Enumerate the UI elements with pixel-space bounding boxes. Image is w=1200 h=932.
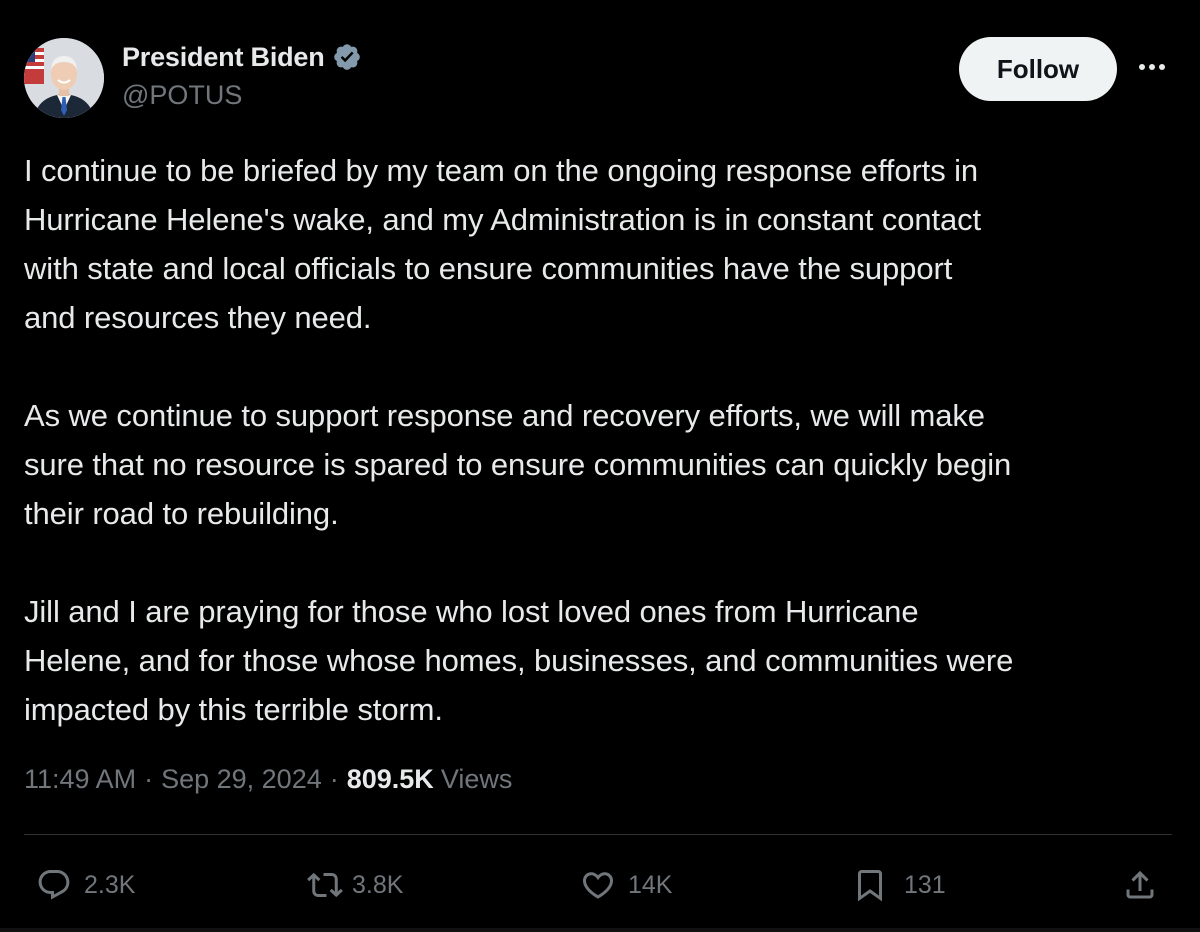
tweet-text: I continue to be briefed by my team on t… <box>24 146 1184 734</box>
action-bar: 2.3K 3.8K 14K 131 <box>0 862 1200 908</box>
repost-icon <box>306 867 343 903</box>
more-icon <box>1137 59 1167 77</box>
reply-button[interactable]: 2.3K <box>36 862 135 908</box>
meta-separator: · <box>144 764 154 794</box>
reply-icon <box>36 867 72 903</box>
share-button[interactable] <box>1122 862 1158 908</box>
like-button[interactable]: 14K <box>580 862 672 908</box>
more-button[interactable] <box>1134 52 1170 84</box>
repost-count: 3.8K <box>352 870 404 899</box>
bookmark-icon <box>852 867 888 903</box>
share-icon <box>1122 867 1158 903</box>
tweet-card: President Biden @POTUS Follow I continue… <box>0 0 1200 932</box>
tweet-time[interactable]: 11:49 AM <box>24 764 136 795</box>
avatar-image <box>24 38 104 118</box>
tweet-paragraph: Jill and I are praying for those who los… <box>24 594 1014 727</box>
tweet-date[interactable]: Sep 29, 2024 <box>161 764 322 795</box>
follow-button[interactable]: Follow <box>959 37 1117 101</box>
author-display-name[interactable]: President Biden <box>122 42 325 73</box>
avatar[interactable] <box>24 38 104 118</box>
author-handle[interactable]: @POTUS <box>122 80 242 111</box>
divider <box>24 834 1172 835</box>
bottom-border <box>0 928 1200 932</box>
like-count: 14K <box>628 870 673 899</box>
verified-badge-icon[interactable] <box>332 42 362 72</box>
bookmark-button[interactable]: 131 <box>852 862 946 908</box>
reply-count: 2.3K <box>84 870 136 899</box>
views-count[interactable]: 809.5K <box>347 764 434 795</box>
tweet-paragraph: As we continue to support response and r… <box>24 398 1012 531</box>
heart-icon <box>580 867 616 903</box>
author-name-row[interactable]: President Biden <box>122 40 362 74</box>
meta-separator: · <box>329 764 339 794</box>
views-label: Views <box>440 764 513 794</box>
tweet-paragraph: I continue to be briefed by my team on t… <box>24 153 982 335</box>
bookmark-count: 131 <box>904 870 946 899</box>
repost-button[interactable]: 3.8K <box>306 862 403 908</box>
tweet-meta: 11:49 AM · Sep 29, 2024 · 809.5K Views <box>24 764 512 795</box>
